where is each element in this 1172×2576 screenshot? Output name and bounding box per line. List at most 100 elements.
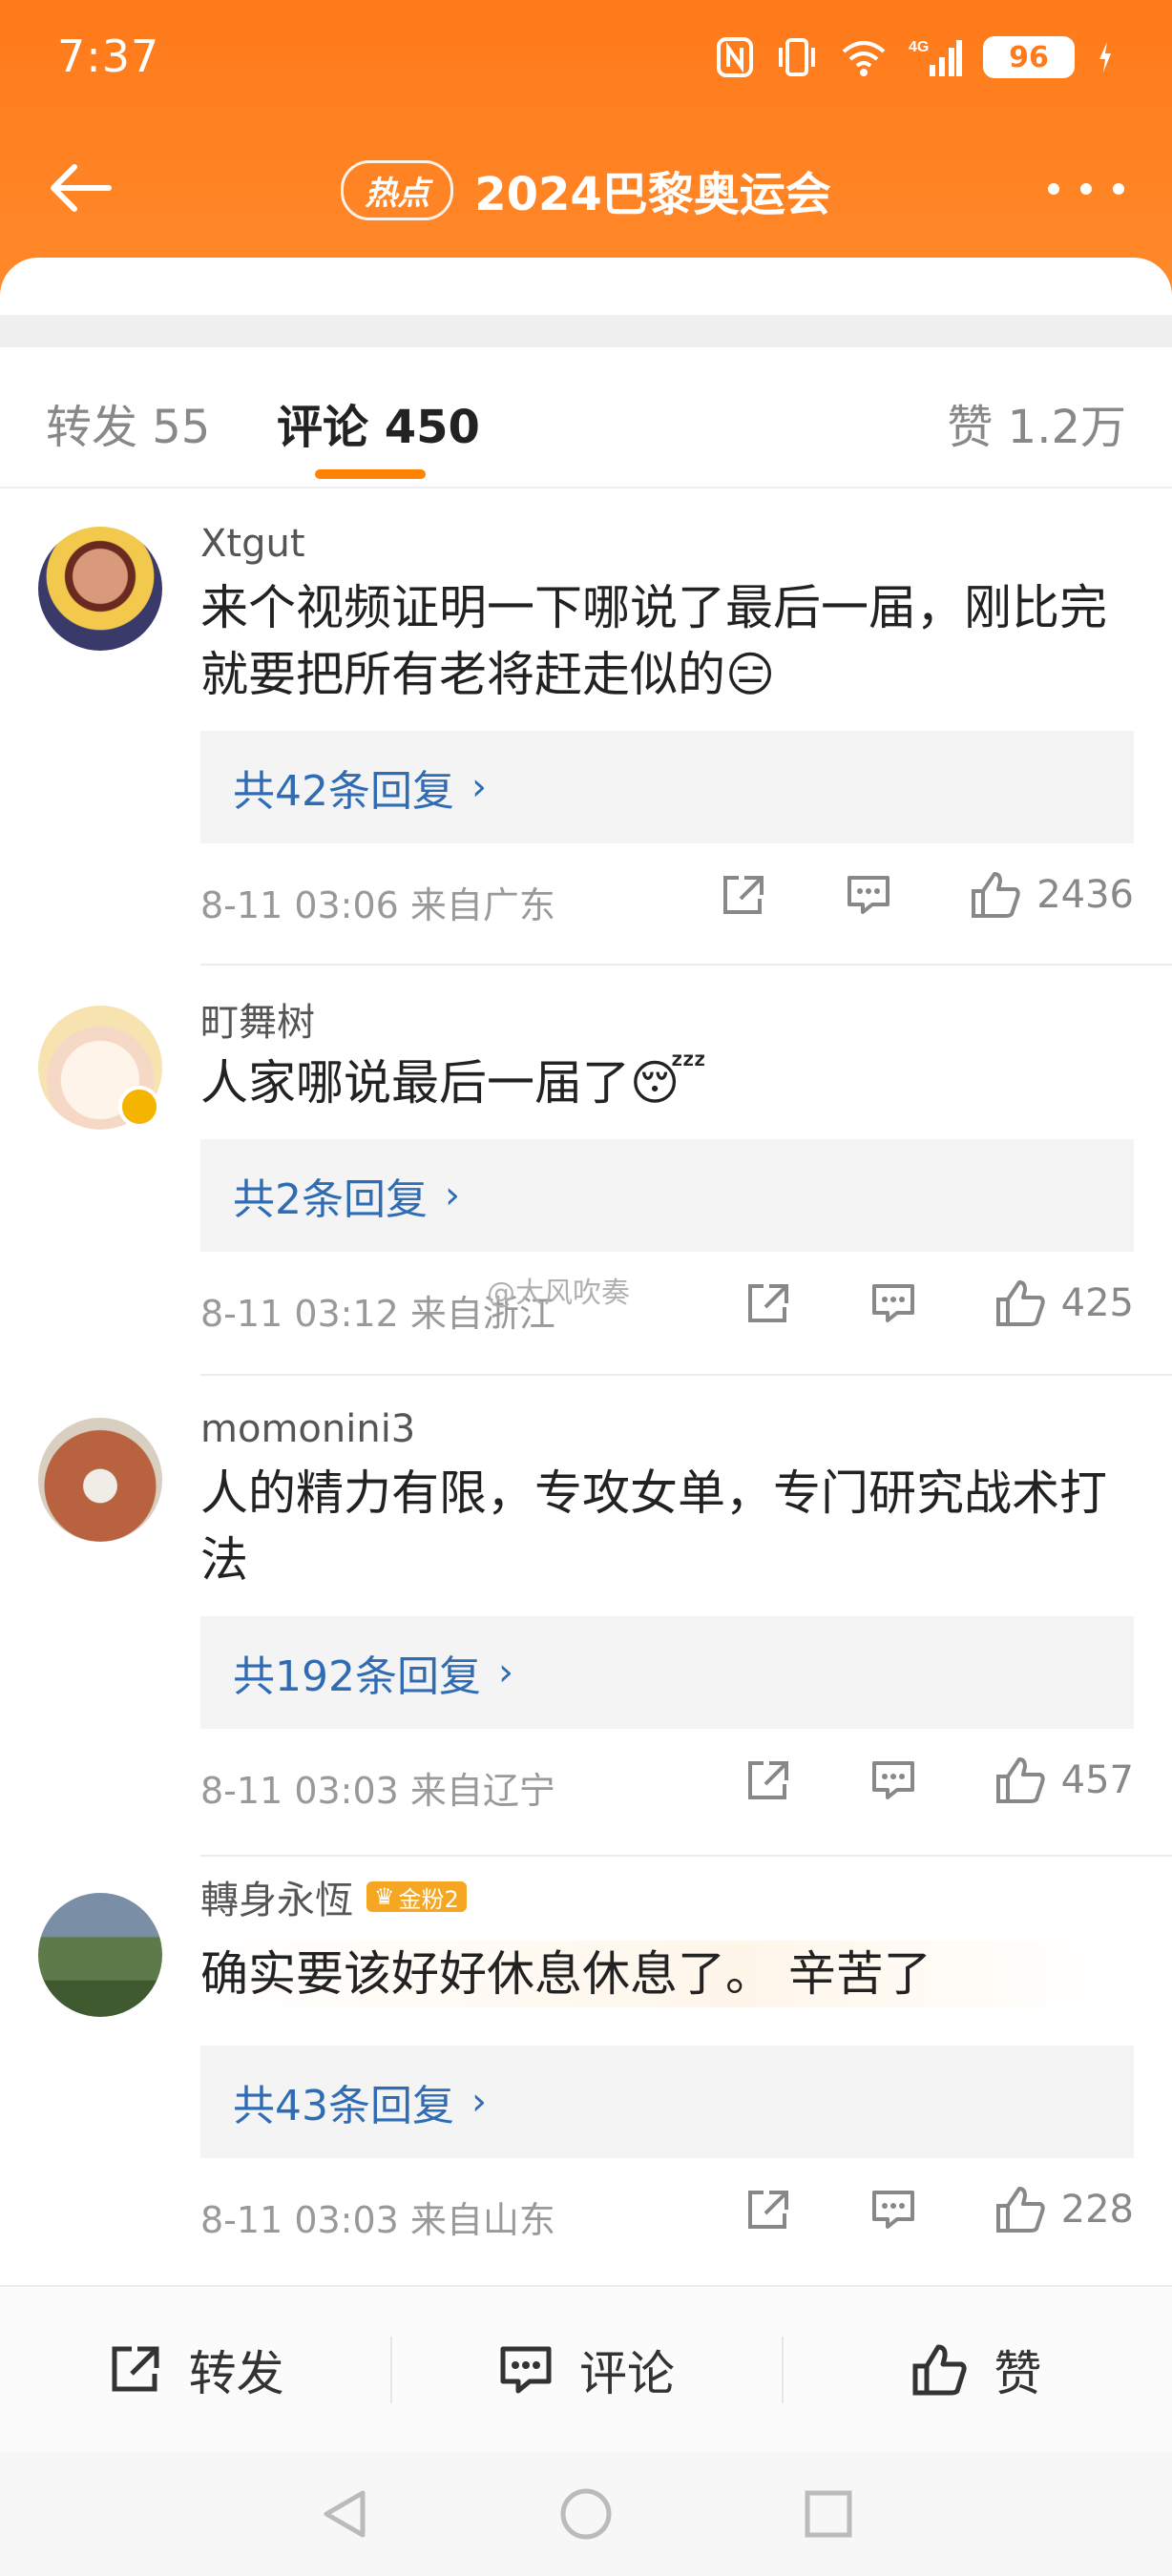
tab-bar: 转发 55 评论 450 赞 1.2万	[0, 347, 1172, 488]
card-top	[0, 258, 1172, 315]
fan-badge-label: 金粉2	[398, 1885, 459, 1913]
comment-icon	[871, 1284, 914, 1322]
comment-time: 8-11 03:03 来自辽宁	[200, 1770, 555, 1812]
dot-icon	[1080, 183, 1092, 195]
comment-username[interactable]: Xtgut	[200, 517, 1134, 571]
share-button[interactable]	[743, 2187, 792, 2233]
comment-actions: 228	[743, 2185, 1134, 2234]
replies-count: 共42条回复	[233, 767, 454, 816]
comment-button[interactable]: 评论	[390, 2287, 781, 2452]
chevron-right-icon: ›	[497, 1651, 513, 1694]
comment-meta: 8-11 03:12 来自浙江 425	[200, 1278, 1134, 1336]
thumbs-up-icon	[995, 2187, 1045, 2233]
reply-button[interactable]	[869, 1757, 918, 1803]
status-icons: 4G 96	[716, 36, 1115, 78]
divider	[200, 964, 1172, 966]
thumbs-up-icon	[912, 2344, 967, 2395]
avatar[interactable]	[38, 1418, 162, 1542]
home-circle-icon[interactable]	[559, 2487, 613, 2541]
share-icon	[112, 2346, 159, 2391]
section-divider	[0, 315, 1172, 347]
chevron-right-icon: ›	[445, 1174, 460, 1217]
share-icon	[747, 1761, 788, 1799]
replies-link[interactable]: 共192条回复 ›	[200, 1616, 1134, 1729]
replies-link[interactable]: 共42条回复 ›	[200, 731, 1134, 843]
reply-button[interactable]	[869, 2187, 918, 2233]
comment-username[interactable]: 轉身永恆	[200, 1869, 353, 1924]
tab-likes[interactable]: 赞 1.2万	[947, 389, 1126, 456]
share-icon	[747, 2191, 788, 2229]
comment-actions: 2436	[718, 870, 1134, 920]
reply-button[interactable]	[869, 1280, 918, 1326]
back-triangle-icon[interactable]	[319, 2487, 368, 2541]
comment-icon	[848, 876, 890, 914]
replies-link[interactable]: 共2条回复 ›	[200, 1139, 1134, 1252]
repost-label: 转发	[188, 2345, 284, 2401]
comment-actions: 425	[743, 1278, 1134, 1328]
tab-comments[interactable]: 评论 450	[277, 389, 480, 456]
title-wrap: 热点 2024巴黎奥运会	[0, 156, 1172, 223]
hot-tag[interactable]: 热点	[341, 159, 454, 220]
replies-count: 共2条回复	[233, 1175, 428, 1224]
comment-username[interactable]: 町舞树	[200, 992, 1134, 1046]
comment-time: 8-11 03:03 来自山东	[200, 2199, 555, 2241]
comment-icon	[871, 1761, 914, 1799]
share-button[interactable]	[743, 1757, 792, 1803]
nav-bar: 热点 2024巴黎奥运会	[0, 134, 1172, 239]
comment-actions: 457	[743, 1755, 1134, 1805]
watermark: @大风吹奏	[487, 1277, 630, 1310]
comment-time: 8-11 03:06 来自广东	[200, 884, 555, 926]
share-icon	[747, 1284, 788, 1322]
like-button-main[interactable]: 赞	[781, 2287, 1172, 2452]
avatar[interactable]	[38, 1893, 162, 2017]
thumbs-up-icon	[995, 1757, 1045, 1803]
bottom-action-bar: 转发 评论 赞	[0, 2285, 1172, 2452]
reply-button[interactable]	[844, 872, 893, 918]
chevron-right-icon: ›	[471, 765, 487, 809]
replies-count: 共43条回复	[233, 2082, 454, 2130]
dot-icon	[1113, 183, 1124, 195]
share-icon	[723, 876, 764, 914]
battery-indicator: 96	[983, 36, 1075, 78]
replies-link[interactable]: 共43条回复 ›	[200, 2046, 1134, 2158]
share-button[interactable]	[718, 872, 767, 918]
thumbs-up-icon	[995, 1280, 1045, 1326]
like-button[interactable]: 2436	[970, 870, 1134, 920]
comment-meta: 8-11 03:06 来自广东 2436	[200, 870, 1134, 927]
like-count: 425	[1060, 1281, 1134, 1325]
tab-active-indicator	[315, 469, 426, 479]
comment-label: 评论	[578, 2345, 675, 2401]
crown-icon: ♛	[374, 1883, 395, 1910]
like-label: 赞	[994, 2345, 1042, 2401]
comment-meta: 8-11 03:03 来自辽宁 457	[200, 1755, 1134, 1813]
divider	[200, 1855, 1172, 1857]
page-title[interactable]: 2024巴黎奥运会	[474, 156, 831, 223]
svg-text:4G: 4G	[909, 39, 929, 55]
tab-repost[interactable]: 转发 55	[46, 389, 210, 456]
vibrate-icon	[779, 38, 815, 76]
nfc-icon	[717, 37, 753, 77]
comment-text: 人家哪说最后一届了😴	[200, 1055, 707, 1111]
status-time: 7:37	[57, 31, 160, 82]
thumbs-up-icon	[972, 872, 1020, 918]
dot-icon	[1048, 183, 1059, 195]
signal-icon: 4G	[909, 39, 962, 76]
wifi-icon	[842, 41, 886, 76]
fan-badge[interactable]: ♛ 金粉2	[366, 1881, 467, 1913]
like-button[interactable]: 457	[994, 1755, 1134, 1805]
comment-username-row: 轉身永恆 ♛ 金粉2	[200, 1870, 1134, 1923]
comment-text: 来个视频证明一下哪说了最后一届，刚比完就要把所有老将赶走似的😑	[200, 580, 1107, 702]
repost-button[interactable]: 转发	[0, 2287, 390, 2452]
avatar[interactable]	[38, 527, 162, 651]
like-button[interactable]: 425	[994, 1278, 1134, 1328]
comment-text: 确实要该好好休息休息了。 辛苦了	[191, 1941, 1107, 2007]
comment-meta: 8-11 03:03 来自山东 228	[200, 2185, 1134, 2242]
share-button[interactable]	[743, 1280, 792, 1326]
recents-square-icon[interactable]	[804, 2489, 853, 2539]
like-count: 457	[1060, 1758, 1134, 1802]
comment-icon	[500, 2346, 552, 2393]
comment-username[interactable]: momonini3	[200, 1402, 1134, 1456]
like-button[interactable]: 228	[994, 2185, 1134, 2234]
more-button[interactable]	[1048, 160, 1124, 218]
chevron-right-icon: ›	[471, 2080, 487, 2124]
